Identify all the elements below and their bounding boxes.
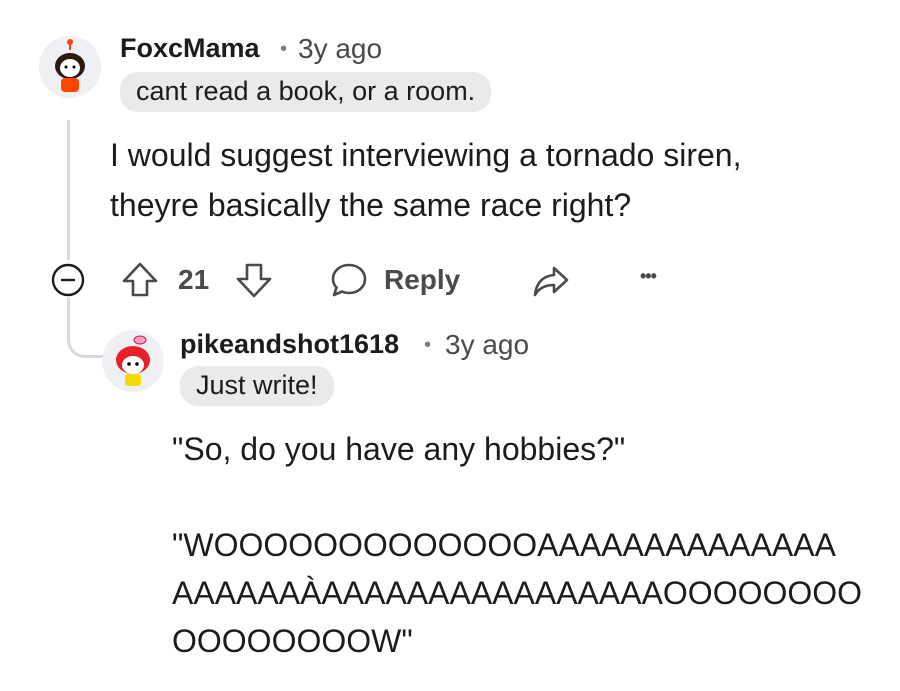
avatar[interactable] — [102, 330, 164, 392]
thread-line-top — [67, 120, 70, 260]
comment-body: I would suggest interviewing a tornado s… — [110, 130, 741, 230]
more-options-button[interactable]: ••• — [640, 266, 657, 287]
comment-timestamp[interactable]: 3y ago — [298, 33, 382, 65]
comment-author[interactable]: FoxcMama — [120, 33, 260, 64]
collapse-icon[interactable] — [51, 263, 85, 297]
comment-body-line: theyre basically the same race right? — [110, 187, 632, 223]
reply-label: Reply — [384, 264, 461, 295]
user-flair: cant read a book, or a room. — [120, 72, 492, 112]
share-arrow-icon[interactable] — [530, 260, 572, 302]
comment-author[interactable]: pikeandshot1618 — [180, 329, 399, 360]
speech-bubble-icon — [328, 260, 370, 302]
comment-body: "So, do you have any hobbies?" "WOOOOOOO… — [172, 425, 862, 665]
meta-separator: • — [280, 38, 288, 60]
comment-body-line: "So, do you have any hobbies?" — [172, 431, 626, 467]
user-flair: Just write! — [180, 366, 334, 406]
vote-count: 21 — [178, 264, 210, 295]
comment-body-line: "WOOOOOOOOOOOOOAAAAAAAAAAAAAA — [172, 527, 836, 563]
comment-body-line: AAAAAAÀAAAAAAAAAAAAAAAAOOOOOOOO — [172, 575, 863, 611]
avatar[interactable] — [39, 36, 101, 98]
downvote-arrow-icon[interactable] — [234, 260, 274, 300]
comment-timestamp[interactable]: 3y ago — [445, 329, 529, 361]
comment-body-line — [172, 473, 862, 521]
comment-body-line: I would suggest interviewing a tornado s… — [110, 137, 742, 173]
meta-separator: • — [424, 334, 432, 356]
comment-body-line: OOOOOOOOW" — [172, 623, 413, 659]
reply-button[interactable]: Reply — [328, 258, 468, 302]
upvote-arrow-icon[interactable] — [120, 260, 160, 300]
